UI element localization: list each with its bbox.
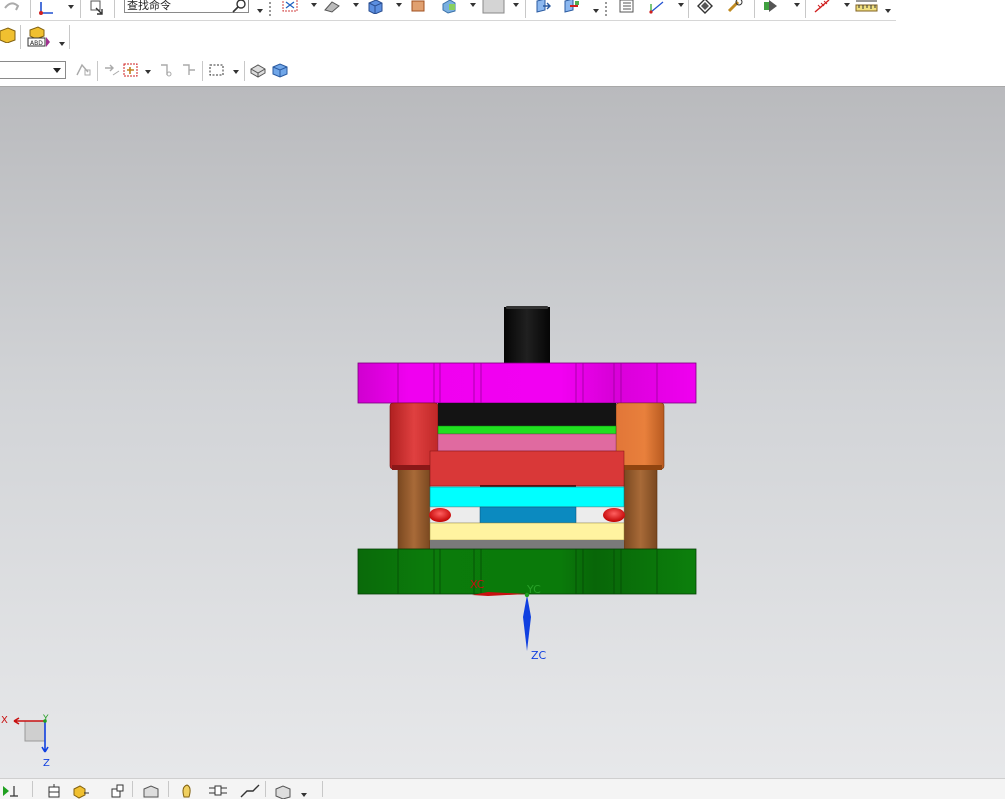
toolbar-separator [202, 61, 203, 81]
select-filter-icon[interactable] [180, 62, 198, 78]
fit-view-icon[interactable] [281, 0, 299, 14]
wcs-dynamics-icon[interactable] [648, 0, 666, 14]
annotation-dropdown-icon[interactable] [59, 42, 65, 46]
fit-view-dropdown-icon[interactable] [311, 3, 317, 7]
search-icon[interactable] [231, 0, 249, 14]
deselect-icon[interactable] [157, 62, 175, 78]
toolbar-separator [688, 0, 689, 18]
shaded-view-icon[interactable] [366, 0, 384, 14]
toolbar-separator [97, 61, 98, 81]
annotation-abc-icon[interactable]: ABD [27, 26, 51, 48]
mold-assembly-model[interactable] [0, 87, 1005, 778]
measure-dropdown-icon[interactable] [885, 9, 891, 13]
toolbar-separator [754, 0, 755, 18]
selection-filter-combo[interactable] [0, 61, 66, 79]
exploded-view-dropdown-icon[interactable] [301, 793, 307, 797]
display-hide-icon[interactable] [726, 0, 744, 14]
toolbar-separator [69, 25, 70, 49]
show-hide-dropdown-icon[interactable] [794, 3, 800, 7]
shaded-body-icon[interactable] [271, 62, 289, 78]
toolbar-separator [168, 781, 169, 797]
render-style-icon[interactable] [323, 0, 341, 14]
toolbar-separator [114, 0, 115, 18]
body-icon[interactable] [142, 783, 160, 799]
analysis-curve-icon[interactable] [813, 0, 831, 14]
analysis-dropdown-icon[interactable] [844, 3, 850, 7]
edit-object-display-icon[interactable] [696, 0, 714, 14]
wcs-triad[interactable] [472, 592, 531, 651]
toolbar-separator [322, 781, 323, 797]
toolbar-grip[interactable] [605, 2, 609, 16]
guide-pillar-left[interactable] [397, 468, 431, 550]
rectangle-select-dropdown-icon[interactable] [233, 70, 239, 74]
bottom-toolbar [0, 778, 1005, 799]
shaded-view-dropdown-icon[interactable] [396, 3, 402, 7]
xc-axis-label: XC [470, 578, 485, 591]
zc-axis-label: ZC [531, 649, 547, 662]
background-color-icon[interactable] [482, 0, 506, 14]
measure-distance-icon[interactable] [855, 0, 879, 14]
move-object-icon[interactable] [88, 0, 106, 16]
assembly-tree-icon[interactable] [46, 783, 64, 799]
route-icon[interactable] [239, 783, 263, 799]
render-style-dropdown-icon[interactable] [353, 3, 359, 7]
select-arrow-icon[interactable] [103, 62, 121, 78]
undo-arrow-icon[interactable] [2, 0, 20, 16]
pattern-icon[interactable] [178, 783, 196, 799]
layer-settings-icon[interactable] [617, 0, 635, 14]
toolbar-separator [30, 0, 31, 18]
top-clamp-plate[interactable] [357, 362, 697, 404]
wcs-dropdown-icon[interactable] [678, 3, 684, 7]
clip-section-icon[interactable] [534, 0, 552, 14]
reposition-icon[interactable] [207, 783, 231, 799]
toolbar-separator [20, 25, 21, 49]
toolbar-separator [525, 0, 526, 18]
core-plate-stack[interactable] [429, 486, 625, 549]
triad-z-label: Z [43, 758, 50, 769]
select-dropdown-icon[interactable] [145, 70, 151, 74]
datum-csys-dropdown-icon[interactable] [68, 5, 74, 9]
edit-section-dropdown-icon[interactable] [593, 9, 599, 13]
toolbar-separator [265, 781, 266, 797]
rectangle-select-icon[interactable] [208, 62, 226, 78]
secondary-toolbar: ABD [0, 22, 1005, 56]
datum-csys-icon[interactable] [38, 0, 56, 16]
svg-text:ABD: ABD [30, 40, 43, 47]
toolbar-separator [80, 0, 81, 18]
cavity-plate-stack[interactable] [429, 403, 625, 488]
toolbar-grip[interactable] [269, 2, 273, 16]
select-all-icon[interactable] [122, 62, 140, 78]
graphics-viewport[interactable]: XC YC ZC X Y Z [0, 87, 1005, 778]
guide-pillar-right[interactable] [623, 468, 658, 550]
snap-point-icon[interactable] [74, 62, 92, 78]
triad-y-label: Y [43, 714, 49, 724]
add-component-icon[interactable] [72, 783, 90, 799]
toolbar-separator [32, 781, 33, 797]
main-toolbar: 查找命令 [0, 0, 1005, 22]
search-dropdown-icon[interactable] [257, 9, 263, 13]
constraint-icon[interactable] [108, 783, 126, 799]
camera-view-icon[interactable] [410, 0, 428, 14]
toolbar-separator [805, 0, 806, 18]
sprue-bushing[interactable] [504, 306, 550, 365]
chevron-down-icon[interactable] [53, 68, 61, 73]
triad-x-label: X [1, 715, 8, 726]
orient-view-icon[interactable] [440, 0, 458, 14]
edit-section-icon[interactable] [562, 0, 580, 14]
solid-body-icon[interactable] [249, 62, 267, 78]
exploded-view-icon[interactable] [274, 783, 292, 799]
show-hide-icon[interactable] [763, 0, 781, 14]
toolbar-separator [244, 61, 245, 81]
orient-view-dropdown-icon[interactable] [470, 3, 476, 7]
toolbar-separator [132, 781, 133, 797]
yc-axis-label: YC [527, 583, 541, 596]
background-color-dropdown-icon[interactable] [513, 3, 519, 7]
play-icon[interactable] [2, 783, 20, 799]
part-navigator-icon[interactable] [0, 27, 18, 43]
